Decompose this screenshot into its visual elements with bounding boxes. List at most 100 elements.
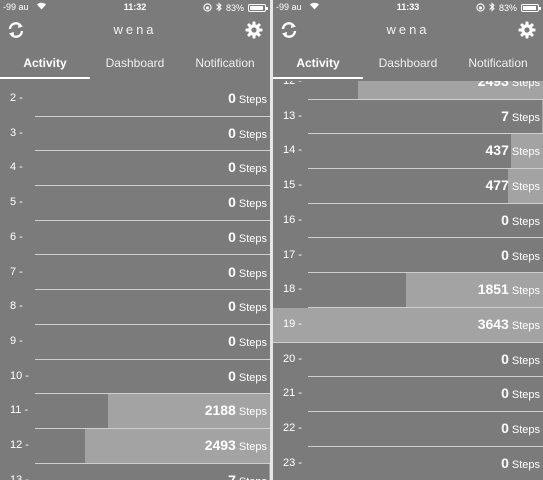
steps-value: 7Steps (501, 108, 540, 124)
steps-count: 2493 (204, 437, 236, 453)
steps-unit: Steps (511, 250, 540, 263)
list-item[interactable]: 14 - 437 Steps (273, 134, 543, 170)
list-item[interactable]: 12 - 2493 Steps (273, 81, 543, 100)
steps-count: 0 (501, 211, 509, 228)
list-item[interactable]: 4 - 0 Steps (0, 151, 270, 187)
list-item[interactable]: 3 - 0 Steps (0, 117, 270, 152)
hour-label: 12 - (10, 439, 29, 451)
bluetooth-icon (489, 2, 495, 14)
steps-unit: Steps (238, 232, 267, 245)
steps-count: 0 (228, 332, 236, 349)
hour-label: 12 - (283, 81, 302, 87)
hourly-steps-list[interactable]: 12 -2493 Steps 13 -7 Steps 14 -437 Steps 15 -4… (273, 81, 543, 480)
list-item[interactable]: 10 - 0 Steps (0, 360, 270, 395)
phone-screen-right: -99 au 11:33 83% wena Activity Dashboard… (273, 0, 543, 480)
list-item[interactable]: 12 - 2493 Steps (0, 429, 270, 464)
steps-count: 0 (501, 420, 509, 436)
hour-label: 10 - (10, 369, 29, 382)
steps-value: 477 Steps (486, 177, 541, 193)
phone-screen-left: -99 au 11:32 83% wena Activity Dashboard… (0, 0, 270, 480)
steps-value: 0 Steps (501, 385, 540, 401)
hour-label: 6 - (10, 230, 23, 243)
hour-label: 18 - (283, 283, 302, 296)
steps-unit: Steps (511, 424, 540, 436)
steps-unit: Steps (511, 181, 540, 194)
hour-label: 5 - (10, 196, 23, 209)
steps-unit: Steps (238, 406, 267, 419)
steps-value: 0 Steps (501, 420, 540, 436)
steps-unit: Steps (511, 81, 540, 89)
steps-count: 7 (228, 471, 236, 480)
list-item[interactable]: 16 - 0 Steps (273, 204, 543, 239)
steps-count: 0 (501, 385, 509, 402)
list-item[interactable]: 17 - 0 Steps (273, 239, 543, 274)
list-item[interactable]: 2 - 0 Steps (0, 82, 270, 117)
steps-unit: Steps (511, 354, 540, 367)
tab-dashboard[interactable]: Dashboard (90, 48, 180, 81)
steps-value: 0 Steps (501, 455, 540, 471)
tab-notification[interactable]: Notification (453, 48, 543, 81)
steps-count: 0 (228, 298, 236, 315)
steps-count: 0 (228, 194, 236, 211)
list-item[interactable]: 20 - 0 Steps (273, 343, 543, 378)
list-item[interactable]: 15 - 477 Steps (273, 169, 543, 204)
hour-label: 3 - (10, 126, 23, 139)
steps-unit: Steps (511, 215, 540, 228)
gear-icon[interactable] (244, 20, 264, 40)
tab-notification[interactable]: Notification (180, 48, 270, 81)
list-item[interactable]: 7 - 0 Steps (0, 256, 270, 291)
hour-label: 7 - (10, 265, 23, 278)
tab-activity[interactable]: Activity (0, 48, 90, 81)
steps-value: 0 Steps (228, 229, 267, 245)
list-item[interactable]: 23 - 0 Steps (273, 447, 543, 480)
hourly-steps-list[interactable]: 2 -0 Steps 3 -0 Steps 4 -0 Steps 5 -0 Steps 6 -0… (0, 81, 270, 480)
steps-value: 0 Steps (228, 159, 267, 175)
hour-label: 13 - (283, 109, 302, 122)
steps-unit: Steps (238, 371, 267, 384)
steps-unit: Steps (511, 458, 540, 471)
list-item[interactable]: 19 - 3643 Steps (273, 307, 543, 343)
hour-label: 15 - (283, 179, 302, 192)
gear-icon[interactable] (517, 20, 537, 40)
steps-unit: Steps (238, 163, 267, 176)
steps-count: 7 (501, 107, 509, 124)
list-item[interactable]: 21 - 0 Steps (273, 377, 543, 412)
steps-count: 0 (228, 228, 236, 245)
steps-count: 437 (485, 142, 509, 159)
tab-activity[interactable]: Activity (273, 48, 363, 81)
steps-value: 0 Steps (228, 125, 267, 141)
steps-count: 0 (228, 159, 236, 176)
steps-value: 0 Steps (501, 351, 540, 367)
list-item[interactable]: 6 - 0 Steps (0, 221, 270, 256)
list-item[interactable]: 8 - 0 Steps (0, 290, 270, 325)
list-item[interactable]: 13 - 7Steps (0, 463, 270, 480)
list-item[interactable]: 11 - 2188 Steps (0, 394, 270, 429)
steps-unit: Steps (511, 319, 540, 332)
battery-percent: 83% (225, 3, 244, 13)
orientation-lock-icon (476, 2, 485, 14)
list-item[interactable]: 18 - 1851 Steps (273, 273, 543, 308)
status-bar: -99 au 11:32 83% (0, 0, 270, 14)
list-item[interactable]: 9 - 0 Steps (0, 325, 270, 360)
steps-value: 2493 Steps (205, 437, 267, 453)
hour-label: 14 - (283, 144, 302, 157)
list-item[interactable]: 22 - 0 Steps (273, 412, 543, 447)
steps-value: 0 Steps (228, 298, 267, 314)
tab-bar: Activity Dashboard Notification (273, 48, 543, 81)
list-item[interactable]: 13 - 7Steps (273, 99, 543, 135)
app-bar: wena (273, 14, 543, 48)
steps-unit: Steps (238, 336, 267, 349)
steps-value: 2188 Steps (205, 402, 267, 418)
steps-value: 2493 Steps (478, 81, 540, 89)
steps-unit: Steps (239, 476, 267, 480)
list-item[interactable]: 5 - 0 Steps (0, 186, 270, 221)
steps-value: 0 Steps (501, 247, 540, 263)
hour-label: 20 - (283, 352, 302, 365)
hour-label: 4 - (10, 161, 23, 174)
battery-icon (521, 4, 541, 12)
steps-value: 437 Steps (486, 142, 541, 158)
steps-count: 0 (228, 124, 236, 141)
tab-dashboard[interactable]: Dashboard (363, 48, 453, 81)
steps-unit: Steps (511, 285, 540, 298)
app-title: wena (386, 22, 430, 37)
